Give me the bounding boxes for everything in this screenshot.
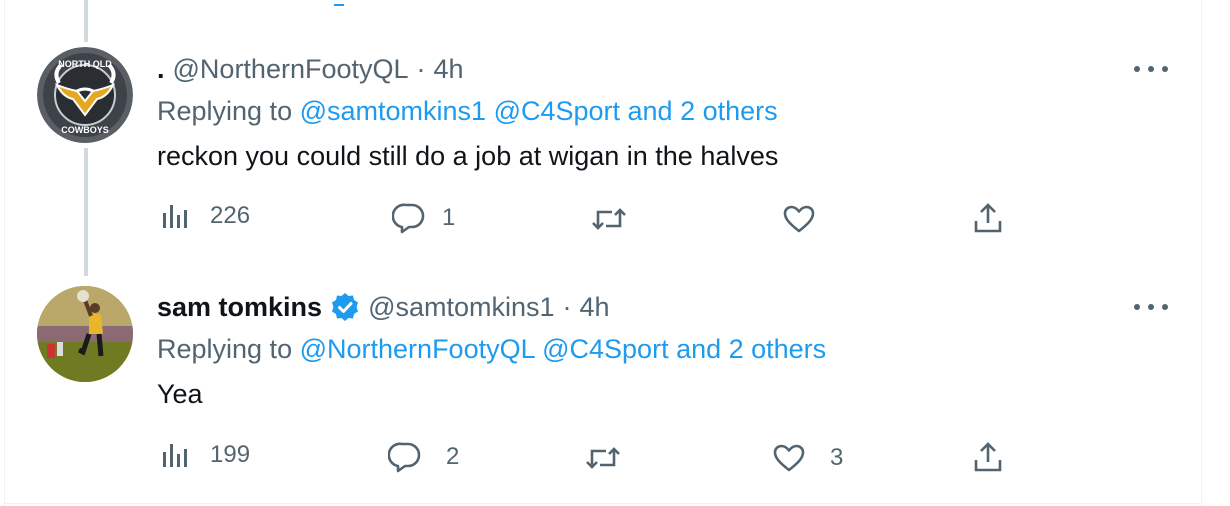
player-photo-icon [37,286,133,382]
like-icon [773,444,805,472]
handle[interactable]: @NorthernFootyQL [173,54,409,85]
retweet-button[interactable] [584,443,642,473]
reply-count: 1 [442,204,456,231]
reply-icon [388,442,421,473]
tweet-text: Yea [157,379,203,409]
avatar-text-top: NORTH QLD [58,59,112,69]
like-icon [783,205,815,233]
tweet-samtomkins[interactable]: sam tomkins @samtomkins1 · 4h Replying t… [0,270,1230,506]
tweet-northernfootyql[interactable]: NORTH QLD COWBOYS . @NorthernFootyQL · 4… [0,0,1230,270]
replying-prefix: Replying to [157,96,293,126]
tweet-header: . @NorthernFootyQL · 4h [157,52,464,86]
retweet-icon [592,208,626,230]
tweet-header: sam tomkins @samtomkins1 · 4h [157,290,610,324]
timestamp[interactable]: 4h [434,54,464,85]
separator: · [416,53,426,84]
avatar-sam-tomkins[interactable] [37,286,133,382]
like-count: 3 [830,444,844,471]
views-count: 226 [210,202,251,229]
separator: · [562,291,572,322]
tweet-actions: 199 2 3 [0,440,1230,480]
share-button[interactable] [972,201,1004,235]
retweet-button[interactable] [590,204,648,234]
views-count: 199 [210,441,251,468]
retweet-icon [586,447,620,469]
reply-button[interactable]: 1 [392,201,455,235]
like-button[interactable] [782,204,836,234]
views-button[interactable]: 226 [160,201,250,231]
timestamp[interactable]: 4h [580,292,610,323]
reply-count: 2 [446,443,460,470]
avatar-cowboys[interactable]: NORTH QLD COWBOYS [37,47,133,143]
display-name[interactable]: sam tomkins [157,292,322,323]
views-button[interactable]: 199 [160,440,250,470]
avatar-text-bottom: COWBOYS [61,125,109,135]
reply-icon [392,203,425,234]
views-icon [163,444,187,467]
reply-button[interactable]: 2 [388,440,459,474]
share-button[interactable] [972,440,1004,474]
replying-to: Replying to @samtomkins1 @C4Sport and 2 … [157,96,778,130]
verified-badge-icon[interactable] [330,292,360,322]
handle[interactable]: @samtomkins1 [368,292,554,323]
more-icon[interactable] [1134,301,1168,313]
tweet-text: reckon you could still do a job at wigan… [157,141,779,171]
cowboys-logo-icon: NORTH QLD COWBOYS [37,47,133,143]
replying-links[interactable]: @NorthernFootyQL @C4Sport and 2 others [300,334,827,364]
display-name[interactable]: . [157,54,165,85]
replying-to: Replying to @NorthernFootyQL @C4Sport an… [157,334,826,368]
tweet-actions: 226 1 [0,201,1230,241]
like-button[interactable]: 3 [772,443,843,473]
replying-links[interactable]: @samtomkins1 @C4Sport and 2 others [300,96,778,126]
views-icon [163,205,187,228]
more-icon[interactable] [1134,63,1168,75]
share-icon [974,203,1002,233]
replying-prefix: Replying to [157,334,293,364]
share-icon [974,442,1002,472]
